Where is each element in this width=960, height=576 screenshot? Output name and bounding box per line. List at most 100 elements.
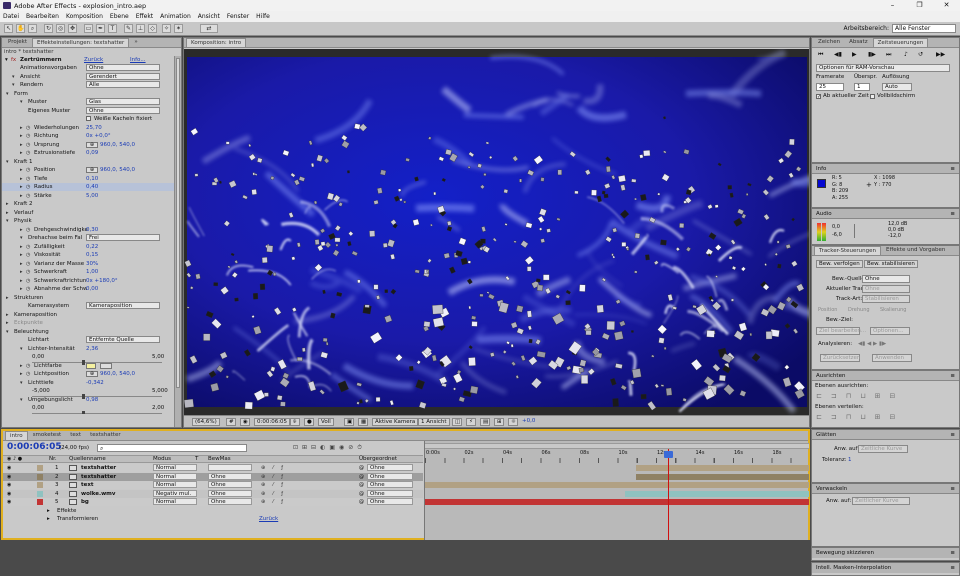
stopwatch-icon[interactable]: ◷ <box>26 268 30 276</box>
effect-property-row[interactable]: ▸ ◷ Tiefe 0,10 <box>2 175 174 183</box>
tab-smoketest[interactable]: smoketest <box>29 431 66 440</box>
rotation-checkbox[interactable]: Drehung <box>848 307 870 313</box>
roto-tool-icon[interactable]: ✧ <box>162 24 171 33</box>
layer-row[interactable]: ◉ 3 text Normal Ohne ⊕ ⁄ ƒ @ Ohne <box>3 481 423 489</box>
tab-intro[interactable]: intro <box>5 431 28 440</box>
grid-icon[interactable]: # <box>226 418 236 426</box>
ram-preview-icon[interactable]: ▶▶ <box>936 51 945 58</box>
reset-link[interactable]: Zurück <box>259 515 278 523</box>
parent-select[interactable]: Ohne <box>367 464 413 471</box>
parent-select[interactable]: Ohne <box>367 472 413 480</box>
track-matte-select[interactable]: Ohne <box>208 498 252 505</box>
label-color-swatch[interactable] <box>37 499 43 505</box>
layer-name[interactable]: textshatter <box>81 464 116 472</box>
time-indicator-head[interactable] <box>664 451 673 458</box>
panel-menu-icon[interactable]: ≡ <box>950 548 955 558</box>
property-select[interactable]: Ohne <box>86 64 160 71</box>
stopwatch-icon[interactable]: ◷ <box>26 370 30 378</box>
collapsed-arrow-icon[interactable]: ▸ <box>20 124 23 132</box>
exposure-icon[interactable]: ☼ <box>508 418 518 426</box>
blend-mode-select[interactable]: Normal <box>153 498 197 505</box>
stopwatch-icon[interactable]: ◷ <box>26 183 30 191</box>
crosshair-icon[interactable]: ⊕ <box>86 371 98 377</box>
audio-icon[interactable]: ♪ <box>904 51 908 58</box>
checkbox[interactable] <box>86 116 91 121</box>
pan-behind-tool-icon[interactable]: ✥ <box>68 24 77 33</box>
flowchart-icon[interactable]: ⊞ <box>494 418 504 426</box>
effect-property-row[interactable]: ▾ Drehachse beim Fal Frei <box>2 234 174 242</box>
layer-switches[interactable]: ⊕ ⁄ ƒ <box>261 473 286 481</box>
property-select[interactable]: Gerendert <box>86 72 160 80</box>
menu-ansicht[interactable]: Ansicht <box>198 13 220 20</box>
collapsed-arrow-icon[interactable]: ▸ <box>20 370 23 378</box>
property-value[interactable]: 0,09 <box>86 149 98 157</box>
audio-level-sliders[interactable] <box>854 224 880 238</box>
framerate-select[interactable]: 25 <box>816 83 844 91</box>
blend-mode-select[interactable]: Normal <box>153 481 197 488</box>
effect-property-row[interactable]: ▾ Umgebungslicht 0,98 <box>2 396 174 404</box>
property-select[interactable]: Kameraposition <box>86 302 160 309</box>
label-color-swatch[interactable] <box>37 465 43 471</box>
crosshair-icon[interactable]: ⊕ <box>86 167 98 173</box>
collapsed-arrow-icon[interactable]: ▸ <box>20 149 23 157</box>
effect-property-row[interactable]: ▸ ◷ Position ⊕ 960,0, 540,0 <box>2 166 174 174</box>
resolution-select[interactable]: Auto <box>882 83 912 91</box>
menu-fenster[interactable]: Fenster <box>227 13 249 20</box>
fast-preview-icon[interactable]: ⚡ <box>466 418 476 426</box>
effect-property-row[interactable]: ▸ Eckpunkte <box>2 319 174 327</box>
effect-property-row[interactable]: ▸ Verlauf <box>2 209 174 217</box>
property-value[interactable]: 0,15 <box>86 251 98 259</box>
property-value[interactable]: 0,00 <box>86 285 98 293</box>
layer-duration-bar[interactable] <box>625 490 809 497</box>
next-frame-icon[interactable]: ▮▶ <box>868 51 876 58</box>
collapsed-arrow-icon[interactable]: ▸ <box>20 277 23 285</box>
current-track-select[interactable]: Ohne <box>862 285 910 293</box>
eye-icon[interactable]: ◉ <box>7 481 11 489</box>
effect-property-row[interactable]: Weiße Kacheln fixiert <box>2 115 174 123</box>
slider-track[interactable] <box>2 410 174 414</box>
rotate-tool-icon[interactable]: ↻ <box>44 24 53 33</box>
label-color-swatch[interactable] <box>37 482 43 488</box>
property-value[interactable]: 960,0, 540,0 <box>100 370 135 378</box>
tab-textshatter[interactable]: textshatter <box>86 431 125 440</box>
stopwatch-icon[interactable]: ◷ <box>26 149 30 157</box>
info-link[interactable]: Info... <box>130 56 146 64</box>
tab-project[interactable]: Projekt <box>4 38 31 47</box>
smooth-apply-select[interactable]: Zeitliche Kurve <box>858 445 908 453</box>
pickwhip-icon[interactable]: @ <box>359 481 364 489</box>
puppet-tool-icon[interactable]: ✶ <box>174 24 183 33</box>
effect-property-row[interactable]: ▸ ◷ Stärke 5,00 <box>2 192 174 200</box>
eyedropper-icon[interactable] <box>100 362 112 369</box>
resolution-select[interactable]: Voll <box>318 418 334 426</box>
effect-property-row[interactable]: Eigenes Muster Ohne <box>2 106 174 115</box>
pickwhip-icon[interactable]: @ <box>359 498 364 506</box>
toggle-pixel-icon[interactable]: ◫ <box>452 418 462 426</box>
layer-row[interactable]: ◉ 1 textshatter Normal ⊕ ⁄ ƒ @ Ohne <box>3 464 423 472</box>
effect-property-row[interactable]: ▸ ◷ Ursprung ⊕ 960,0, 540,0 <box>2 141 174 149</box>
source-select[interactable]: Ohne <box>862 275 910 283</box>
property-value[interactable]: -0,342 <box>86 379 104 387</box>
layer-duration-bar[interactable] <box>425 482 809 488</box>
effect-property-row[interactable]: ▸ ◷ Extrusionstiefe 0,09 <box>2 149 174 157</box>
effect-property-row[interactable]: ▸ ◷ Lichtposition ⊕ 960,0, 540,0 <box>2 370 174 378</box>
effect-property-row[interactable]: ▸ ◷ Drehgeschwindigke 0,30 <box>2 226 174 234</box>
clone-tool-icon[interactable]: ⊥ <box>136 24 145 33</box>
workspace-select[interactable]: Alle Fenster <box>892 24 956 33</box>
panel-menu-icon[interactable]: ≡ <box>950 209 955 219</box>
position-checkbox[interactable]: Position <box>818 307 837 313</box>
property-value[interactable]: 25,70 <box>86 124 102 132</box>
expanded-arrow-icon[interactable]: ▾ <box>6 328 9 336</box>
label-color-swatch[interactable] <box>37 473 43 480</box>
layer-duration-bar[interactable] <box>425 499 809 505</box>
stopwatch-icon[interactable]: ◷ <box>26 166 30 174</box>
collapsed-arrow-icon[interactable]: ▸ <box>20 141 23 149</box>
property-value[interactable]: 5,00 <box>86 192 98 200</box>
effect-property-row[interactable]: Animationsvorgaben Ohne <box>2 64 174 72</box>
expanded-arrow-icon[interactable]: ▾ <box>20 396 23 404</box>
effect-property-row[interactable]: ▾ Form <box>2 90 174 98</box>
scrollbar[interactable] <box>174 56 181 427</box>
track-type-select[interactable]: Stabilisieren <box>862 295 910 303</box>
layer-row[interactable]: ◉ 5 bg Normal Ohne ⊕ ⁄ ƒ @ Ohne <box>3 498 423 506</box>
zoom-tool-icon[interactable]: ⌕ <box>28 24 37 33</box>
prev-frame-icon[interactable]: ◀▮ <box>834 51 842 58</box>
